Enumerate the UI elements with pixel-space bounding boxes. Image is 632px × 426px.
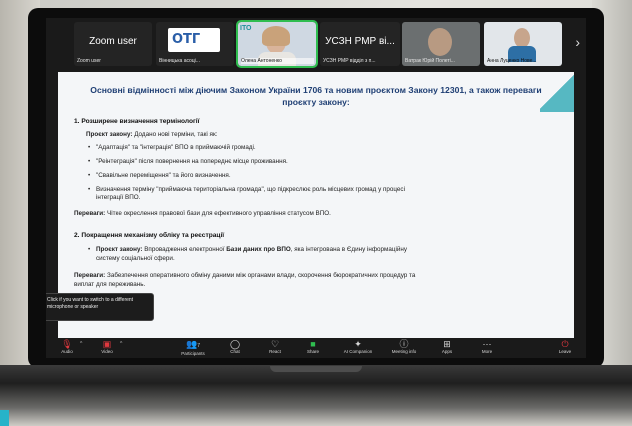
info-icon: ⓘ bbox=[399, 339, 409, 349]
leave-button[interactable]: ⏻ Leave bbox=[548, 339, 582, 355]
apps-icon: ⊞ bbox=[443, 339, 451, 349]
slide-decoration bbox=[540, 72, 574, 112]
participant-tile[interactable]: Zoom user Zoom user bbox=[74, 22, 152, 66]
participant-tile[interactable]: Анна Луценко Нове... bbox=[484, 22, 562, 66]
text: Додано нові терміни, такі як: bbox=[132, 131, 218, 138]
participant-display-name: УСЗН РМР ві... bbox=[325, 36, 395, 47]
share-label: Share bbox=[306, 349, 319, 354]
ai-companion-button[interactable]: ✦ AI Companion bbox=[336, 339, 380, 355]
participants-label: Participants bbox=[181, 351, 205, 356]
participant-display-name: Zoom user bbox=[89, 36, 137, 47]
ai-companion-label: AI Companion bbox=[343, 349, 373, 354]
text: Забезпечення оперативного обміну даними … bbox=[105, 272, 416, 279]
participant-name: Zoom user bbox=[77, 58, 101, 64]
organization-logo: ОТГ bbox=[168, 28, 220, 52]
corner-accent bbox=[0, 410, 9, 426]
slide-line: Переваги: Забезпечення оперативного обмі… bbox=[74, 272, 415, 279]
hair bbox=[262, 26, 290, 46]
participant-tile-active-speaker[interactable]: ІТО Олена Антоненко bbox=[236, 20, 318, 68]
bold-label: Проєкт закону: bbox=[86, 131, 133, 138]
participant-tile[interactable]: ОТГ Вінницька асоці... bbox=[156, 22, 234, 66]
text: Чітке окреслення правової бази для ефект… bbox=[105, 210, 331, 217]
participants-count: 7 bbox=[197, 343, 200, 349]
participant-tile[interactable]: УСЗН РМР ві... УСЗН РМР відділ з п... bbox=[320, 22, 400, 66]
heart-icon: ♡ bbox=[270, 339, 280, 349]
bullet-item: Визначення терміну "приймаюча територіал… bbox=[88, 186, 405, 193]
more-icon: ⋯ bbox=[482, 339, 492, 349]
slide-line: виплат для переживань. bbox=[74, 281, 146, 288]
chat-icon: ◯ bbox=[229, 339, 241, 349]
slide-title: Основні відмінності між діючим Законом У… bbox=[90, 85, 542, 107]
audio-button[interactable]: 🎙 Audio bbox=[50, 339, 84, 355]
share-button[interactable]: ■ Share bbox=[296, 339, 330, 355]
participant-name: Олена Антоненко bbox=[241, 58, 314, 64]
bold-label: Переваги: bbox=[74, 210, 106, 217]
slide-line: Переваги: Чітке окреслення правової бази… bbox=[74, 210, 331, 217]
text: , яка інтегрована в Єдину інформаційну bbox=[290, 246, 408, 253]
leave-icon: ⏻ bbox=[561, 339, 569, 349]
meeting-info-button[interactable]: ⓘ Meeting info bbox=[384, 339, 424, 355]
chevron-right-icon[interactable]: › bbox=[575, 34, 580, 50]
audio-label: Audio bbox=[61, 349, 73, 354]
participant-name: Анна Луценко Нове... bbox=[487, 58, 537, 64]
bullet-continuation: систему соціальної сфери. bbox=[96, 255, 175, 262]
video-options-caret[interactable]: ^ bbox=[120, 341, 122, 347]
section-heading: 1. Розширене визначення термінології bbox=[74, 118, 200, 125]
bold-label: Бази даних про ВПО bbox=[226, 246, 291, 253]
bullet-item: "Адаптація" та "інтеграція" ВПО в прийма… bbox=[88, 144, 256, 151]
participant-video bbox=[428, 28, 452, 56]
video-off-icon: ▣ bbox=[102, 339, 112, 349]
leave-label: Leave bbox=[558, 349, 572, 354]
bullet-item: "Реінтеграція" після повернення на попер… bbox=[88, 158, 288, 165]
participant-video bbox=[514, 28, 530, 48]
zoom-window: Zoom user Zoom user ОТГ Вінницька асоці.… bbox=[46, 18, 586, 358]
participant-name: Ватрак Юрій Полеті... bbox=[405, 58, 455, 64]
meeting-info-label: Meeting info bbox=[391, 349, 417, 354]
slide-line: Проєкт закону: Додано нові терміни, такі… bbox=[86, 131, 217, 138]
chat-button[interactable]: ◯ Chat bbox=[218, 339, 252, 355]
more-button[interactable]: ⋯ More bbox=[470, 339, 504, 355]
bullet-continuation: інтеграції ВПО. bbox=[96, 194, 141, 201]
apps-label: Apps bbox=[441, 349, 453, 354]
laptop-base bbox=[0, 365, 632, 426]
bullet-item: "Свавільне переміщення" та його визначен… bbox=[88, 172, 231, 179]
apps-button[interactable]: ⊞ Apps bbox=[430, 339, 464, 355]
video-button[interactable]: ▣ Video bbox=[90, 339, 124, 355]
video-label: Video bbox=[101, 349, 113, 354]
microphone-tooltip: Click if you want to switch to a differe… bbox=[46, 293, 154, 321]
react-button[interactable]: ♡ React bbox=[258, 339, 292, 355]
participants-icon: 👥7 bbox=[186, 339, 200, 349]
participant-tile[interactable]: Ватрак Юрій Полеті... bbox=[402, 22, 480, 66]
participant-name: Вінницька асоці... bbox=[159, 58, 200, 64]
bullet-item: Проєкт закону: Впровадження електронної … bbox=[88, 246, 408, 253]
participants-button[interactable]: 👥7 Participants bbox=[176, 339, 210, 357]
participant-name: УСЗН РМР відділ з п... bbox=[323, 58, 376, 64]
meeting-toolbar: 🎙 Audio ^ ▣ Video ^ 👥7 Participants ◯ Ch… bbox=[46, 338, 586, 358]
organization-logo: ІТО bbox=[240, 25, 252, 32]
react-label: React bbox=[269, 349, 281, 354]
text: Впровадження електронної bbox=[142, 246, 227, 253]
share-screen-icon: ■ bbox=[310, 339, 316, 349]
more-label: More bbox=[481, 349, 493, 354]
bold-label: Проєкт закону: bbox=[96, 246, 143, 253]
microphone-muted-icon: 🎙 bbox=[61, 339, 73, 349]
audio-options-caret[interactable]: ^ bbox=[80, 341, 82, 347]
laptop-hinge bbox=[270, 366, 362, 372]
sparkle-icon: ✦ bbox=[354, 339, 362, 349]
participant-strip: Zoom user Zoom user ОТГ Вінницька асоці.… bbox=[46, 18, 586, 70]
section-heading: 2. Покращення механізму обліку та реєстр… bbox=[74, 232, 225, 239]
chat-label: Chat bbox=[230, 349, 240, 354]
bold-label: Переваги: bbox=[74, 272, 106, 279]
